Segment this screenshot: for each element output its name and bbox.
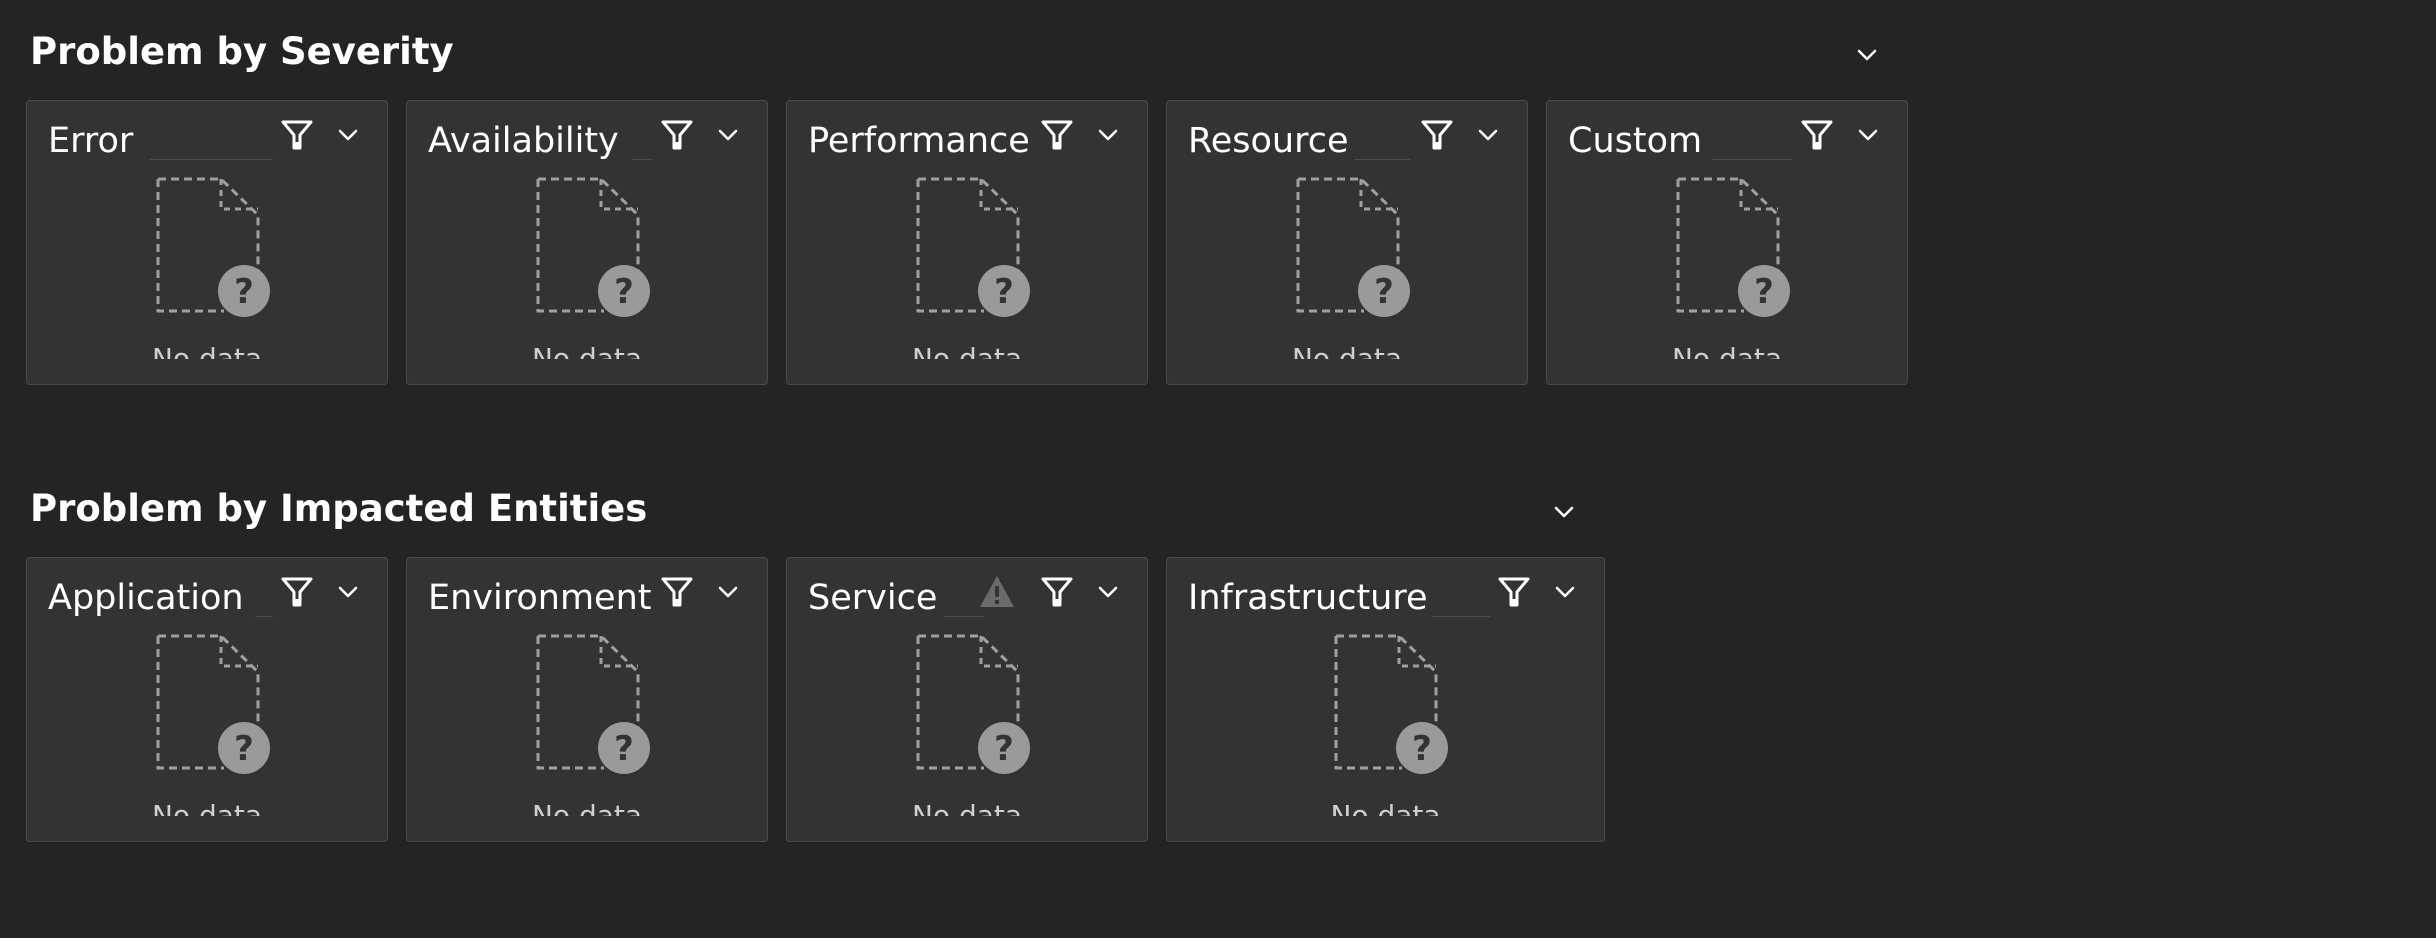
no-data-label: No data	[151, 799, 263, 816]
title-underline	[1432, 616, 1490, 617]
no-data-document-icon: ?	[156, 177, 270, 317]
chevron-down-icon[interactable]	[1474, 121, 1502, 149]
title-underline	[632, 159, 653, 160]
filter-icon[interactable]	[280, 575, 314, 609]
section-title: Problem by Impacted Entities	[30, 487, 648, 530]
title-underline	[150, 159, 273, 160]
chevron-down-icon[interactable]	[714, 121, 742, 149]
warning-icon	[980, 576, 1014, 607]
title-underline	[255, 616, 273, 617]
no-data-document-icon: ?	[1334, 634, 1448, 774]
chevron-down-icon[interactable]	[714, 578, 742, 606]
tile-availability[interactable]: Availability ? No data	[406, 100, 768, 385]
tile-custom[interactable]: Custom ? No data	[1546, 100, 1908, 385]
chevron-down-icon[interactable]	[334, 121, 362, 149]
chevron-down-icon[interactable]	[1094, 121, 1122, 149]
tile-environment[interactable]: Environment ? No data	[406, 557, 768, 842]
svg-text:?: ?	[994, 729, 1014, 769]
tile-infrastructure[interactable]: Infrastructure ? No data	[1166, 557, 1605, 842]
tile-title: Application	[48, 578, 244, 618]
no-data-label: No data	[531, 342, 643, 359]
section-problem-by-severity: Problem by Severity Error ? No data Avai…	[0, 0, 1920, 400]
section-collapse-chevron-icon[interactable]	[1549, 497, 1579, 527]
no-data-document-icon: ?	[916, 634, 1030, 774]
chevron-down-icon[interactable]	[1854, 121, 1882, 149]
svg-text:?: ?	[234, 272, 254, 312]
filter-icon[interactable]	[1040, 575, 1074, 609]
svg-text:?: ?	[1374, 272, 1394, 312]
no-data-label: No data	[531, 799, 643, 816]
chevron-down-icon[interactable]	[1551, 578, 1579, 606]
filter-icon[interactable]	[280, 118, 314, 152]
no-data-document-icon: ?	[1296, 177, 1410, 317]
tile-title: Custom	[1568, 121, 1703, 161]
filter-icon[interactable]	[1040, 118, 1074, 152]
title-underline	[1354, 159, 1410, 160]
tile-title: Environment	[428, 578, 652, 618]
filter-icon[interactable]	[660, 575, 694, 609]
title-underline	[1712, 159, 1792, 160]
section-problem-by-impacted-entities: Problem by Impacted Entities Application…	[0, 457, 1920, 857]
no-data-label: No data	[1330, 799, 1441, 816]
tile-title: Availability	[428, 121, 619, 161]
no-data-label: No data	[911, 799, 1023, 816]
no-data-document-icon: ?	[1676, 177, 1790, 317]
no-data-document-icon: ?	[156, 634, 270, 774]
svg-text:?: ?	[614, 272, 634, 312]
chevron-down-icon[interactable]	[1094, 578, 1122, 606]
no-data-document-icon: ?	[916, 177, 1030, 317]
no-data-label: No data	[1291, 342, 1403, 359]
title-underline	[944, 616, 984, 617]
tile-title: Infrastructure	[1188, 578, 1428, 618]
filter-icon[interactable]	[660, 118, 694, 152]
tile-service[interactable]: Service ? No data	[786, 557, 1148, 842]
section-title: Problem by Severity	[30, 30, 454, 73]
tile-error[interactable]: Error ? No data	[26, 100, 388, 385]
tile-title: Performance	[808, 121, 1030, 161]
tile-performance[interactable]: Performance ? No data	[786, 100, 1148, 385]
svg-text:?: ?	[994, 272, 1014, 312]
svg-text:?: ?	[234, 729, 254, 769]
filter-icon[interactable]	[1420, 118, 1454, 152]
tile-title: Resource	[1188, 121, 1349, 161]
filter-icon[interactable]	[1497, 575, 1531, 609]
svg-text:?: ?	[614, 729, 634, 769]
section-collapse-chevron-icon[interactable]	[1852, 40, 1882, 70]
no-data-label: No data	[151, 342, 263, 359]
tile-title: Error	[48, 121, 134, 161]
tile-application[interactable]: Application ? No data	[26, 557, 388, 842]
chevron-down-icon[interactable]	[334, 578, 362, 606]
svg-text:?: ?	[1754, 272, 1774, 312]
tile-resource[interactable]: Resource ? No data	[1166, 100, 1528, 385]
no-data-label: No data	[1671, 342, 1783, 359]
no-data-label: No data	[911, 342, 1023, 359]
no-data-document-icon: ?	[536, 634, 650, 774]
no-data-document-icon: ?	[536, 177, 650, 317]
svg-text:?: ?	[1412, 729, 1432, 769]
filter-icon[interactable]	[1800, 118, 1834, 152]
tile-title: Service	[808, 578, 938, 618]
